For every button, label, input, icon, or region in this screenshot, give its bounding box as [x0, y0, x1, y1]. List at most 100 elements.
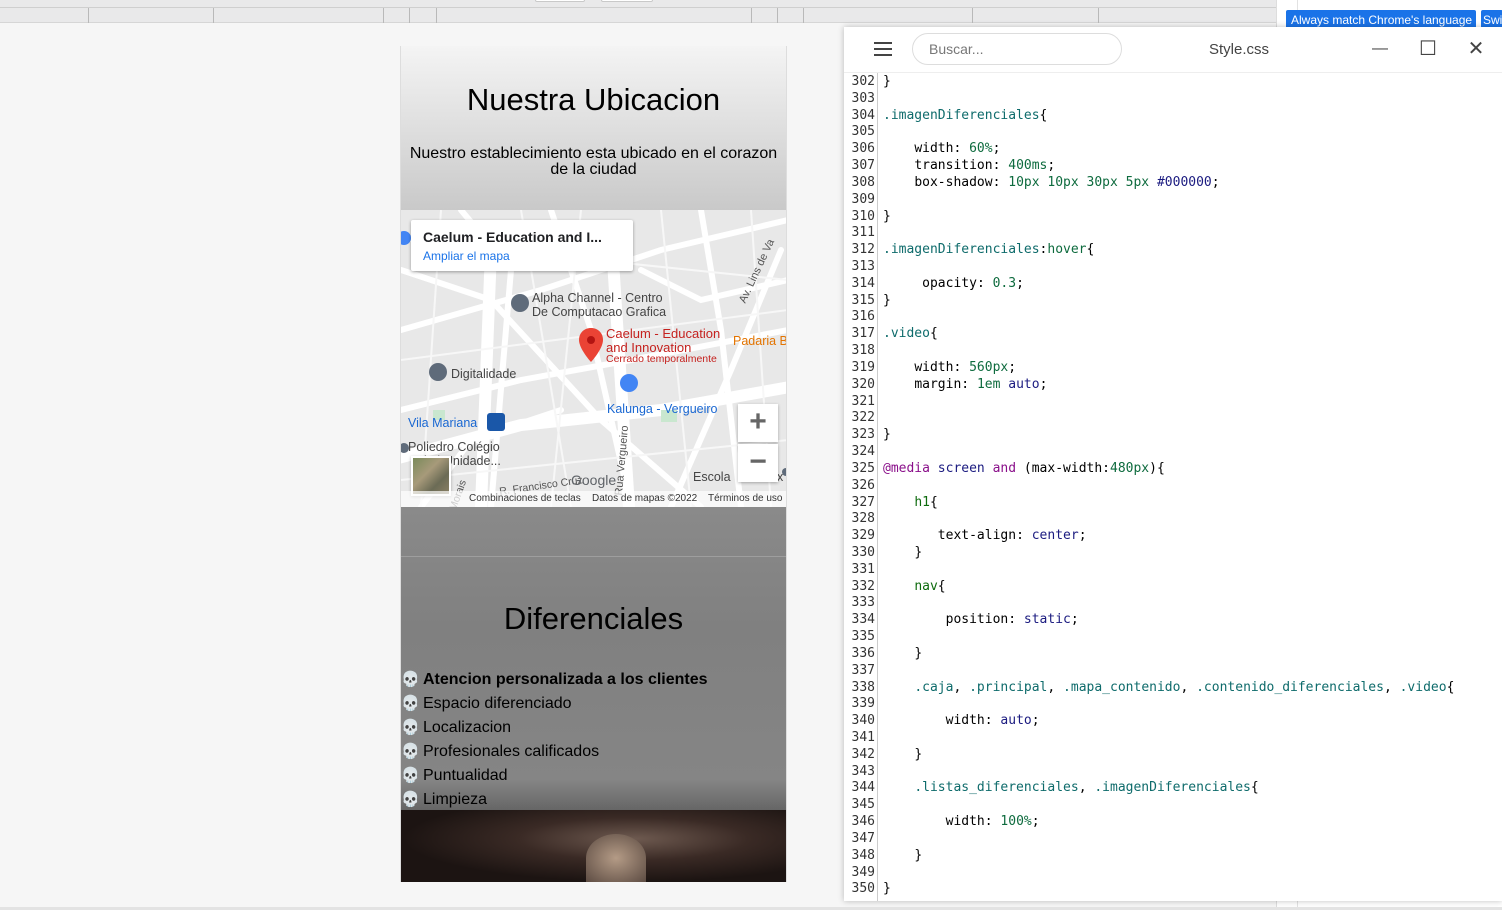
line-number: 337: [851, 662, 875, 678]
line-text: .caja, .principal, .mapa_contenido, .con…: [914, 679, 1455, 695]
line-text: width: 100%;: [945, 814, 1040, 830]
map-label: De Computacao Grafica: [532, 305, 667, 319]
google-logo: Google: [571, 472, 617, 488]
line-number: 339: [851, 696, 875, 712]
line-number: 322: [851, 410, 875, 426]
ruler-divider: [803, 8, 804, 23]
skull-icon: 💀: [401, 719, 420, 736]
map-label: Digitalidade: [451, 367, 517, 381]
line-text: @media screen and (max-width:480px){: [883, 460, 1165, 476]
line-number: 319: [851, 359, 875, 375]
line-number: 333: [851, 595, 875, 611]
line-number: 342: [851, 746, 875, 762]
line-text: opacity: 0.3;: [922, 275, 1024, 291]
ruler-divider: [383, 8, 384, 23]
line-number: 345: [851, 797, 875, 813]
line-number: 318: [851, 343, 875, 359]
map-label: Caelum - Education: [606, 326, 721, 341]
place-name: Caelum - Education and I...: [423, 229, 602, 245]
line-number: 315: [851, 292, 875, 308]
ruler-divider: [751, 8, 752, 23]
map-label: Vila Mariana: [408, 416, 478, 430]
screen: { "translate": { "btn1": "Always match C…: [0, 0, 1502, 910]
line-number: 308: [851, 174, 875, 190]
diferencial-text: Localizacion: [423, 719, 512, 736]
line-text: .imagenDiferenciales:hover{: [883, 242, 1095, 258]
line-number: 327: [851, 494, 875, 510]
line-text: .imagenDiferenciales{: [883, 107, 1048, 123]
keyboard-shortcuts-link[interactable]: Combinaciones de teclas: [469, 493, 581, 504]
line-text: width: 60%;: [914, 141, 1001, 157]
zoom-in-button[interactable]: +: [738, 404, 778, 442]
maximize-icon[interactable]: ☐: [1418, 39, 1438, 59]
ruler-handle[interactable]: [601, 0, 653, 2]
ruler-divider: [409, 8, 410, 23]
line-text: }: [883, 427, 891, 443]
line-number: 340: [851, 713, 875, 729]
line-text: text-align: center;: [937, 528, 1087, 544]
terms-link[interactable]: Términos de uso: [708, 493, 782, 504]
line-number: 323: [851, 427, 875, 443]
line-text: }: [914, 847, 923, 863]
minimize-icon[interactable]: —: [1370, 39, 1390, 59]
line-number: 303: [851, 90, 875, 106]
diferencial-text: Puntualidad: [423, 767, 508, 784]
line-number: 314: [851, 275, 875, 291]
ubicacion-text: Nuestro establecimiento esta ubicado en …: [409, 145, 778, 178]
search-input[interactable]: Buscar...: [912, 33, 1122, 65]
skull-icon: 💀: [401, 671, 420, 688]
file-name: Style.css: [1209, 41, 1270, 58]
diferencial-item: 💀 Espacio diferenciado: [401, 692, 708, 716]
line-number: 302: [851, 74, 875, 89]
line-text: }: [883, 208, 891, 224]
code-area[interactable]: 302} 303 304 .imagenDiferenciales{305 306 wi…: [844, 73, 1502, 901]
ruler-line: [0, 7, 1276, 8]
ruler-divider: [777, 8, 778, 23]
satellite-toggle[interactable]: [411, 456, 451, 496]
line-number: 313: [851, 259, 875, 275]
diferencial-text: Limpieza: [423, 791, 488, 808]
line-number: 350: [851, 881, 875, 897]
line-number: 349: [851, 864, 875, 880]
ruler-divider: [213, 8, 214, 23]
line-number: 311: [851, 225, 875, 241]
top-ruler: [0, 0, 1276, 23]
diferencial-item: 💀 Limpieza: [401, 788, 708, 812]
line-number: 304: [851, 107, 875, 123]
zoom-out-button[interactable]: −: [738, 444, 778, 482]
map-footer: Combinaciones de teclas Datos de mapas ©…: [401, 491, 786, 507]
embedded-map[interactable]: Caelum - Education and I... Ampliar el m…: [401, 210, 786, 507]
line-text: }: [883, 881, 891, 897]
line-number: 338: [851, 679, 875, 695]
enlarge-map-link[interactable]: Ampliar el mapa: [423, 249, 621, 263]
line-text: }: [883, 292, 891, 308]
ubicacion-title: Nuestra Ubicacion: [466, 82, 721, 117]
line-number: 306: [851, 141, 875, 157]
diferenciales-list: 💀 Atencion personalizada a los clientes 💀 E…: [401, 668, 708, 812]
line-number: 320: [851, 376, 875, 392]
ubicacion-section: Nuestra Ubicacion Nuestro establecimient…: [401, 46, 786, 210]
diferencial-item: 💀 Profesionales calificados: [401, 740, 708, 764]
ruler-handle[interactable]: [535, 0, 585, 2]
ruler-divider: [436, 8, 437, 23]
line-text: width: auto;: [945, 713, 1040, 729]
close-icon[interactable]: ✕: [1466, 39, 1486, 59]
line-number: 334: [851, 612, 875, 628]
line-number: 347: [851, 830, 875, 846]
ruler-divider: [972, 8, 973, 23]
map-place-card: Caelum - Education and I... Ampliar el m…: [411, 220, 633, 271]
skull-icon: 💀: [401, 791, 420, 808]
map-label: Alpha Channel - Centro: [532, 291, 663, 305]
line-number: 336: [851, 645, 875, 661]
line-number: 330: [851, 544, 875, 560]
barber-image: [401, 810, 786, 882]
line-number: 317: [851, 326, 875, 342]
line-text: margin: 1em auto;: [914, 376, 1048, 392]
skull-icon: 💀: [401, 767, 420, 784]
line-text: h1{: [914, 494, 938, 510]
skull-icon: 💀: [401, 695, 420, 712]
map-label: Poliedro Colégio: [408, 440, 500, 454]
menu-icon[interactable]: [874, 42, 892, 56]
line-number: 309: [851, 191, 875, 207]
line-text: .listas_diferenciales, .imagenDiferencia…: [914, 780, 1259, 796]
